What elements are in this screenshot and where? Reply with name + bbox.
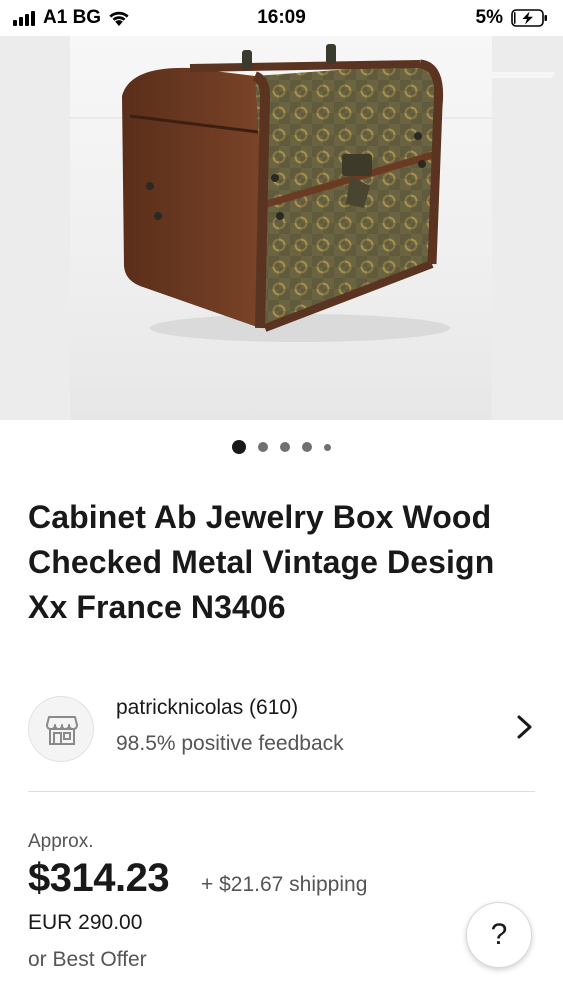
product-image-gallery[interactable] (0, 36, 563, 420)
product-image[interactable] (70, 36, 492, 420)
carousel-dot[interactable] (258, 442, 268, 452)
help-button[interactable]: ? (466, 902, 532, 968)
carousel-dot[interactable] (280, 442, 290, 452)
carousel-dot-active[interactable] (232, 440, 246, 454)
status-right: 5% (476, 7, 549, 29)
best-offer-label: or Best Offer (28, 948, 147, 971)
close-pill (471, 72, 555, 78)
carousel-dots[interactable] (0, 436, 563, 458)
chevron-right-icon[interactable] (514, 712, 536, 742)
shipping-cost: + $21.67 shipping (201, 873, 368, 896)
carousel-dot[interactable] (302, 442, 312, 452)
approx-label: Approx. (28, 831, 94, 852)
carousel-dot[interactable] (324, 443, 331, 451)
original-price: EUR 290.00 (28, 911, 143, 934)
store-avatar[interactable] (28, 696, 94, 762)
seller-feedback: 98.5% positive feedback (116, 732, 344, 755)
price-amount: $314.23 (28, 856, 170, 900)
seller-name[interactable]: patricknicolas (610) (116, 696, 298, 720)
status-bar: A1 BG 16:09 5% (0, 0, 563, 36)
divider (28, 791, 535, 792)
battery-percent: 5% (475, 7, 503, 28)
seller-row[interactable]: patricknicolas (610) 98.5% positive feed… (28, 692, 538, 768)
battery-charging-icon (511, 9, 547, 27)
store-icon (46, 716, 78, 745)
listing-title: Cabinet Ab Jewelry Box Wood Checked Meta… (28, 499, 495, 625)
